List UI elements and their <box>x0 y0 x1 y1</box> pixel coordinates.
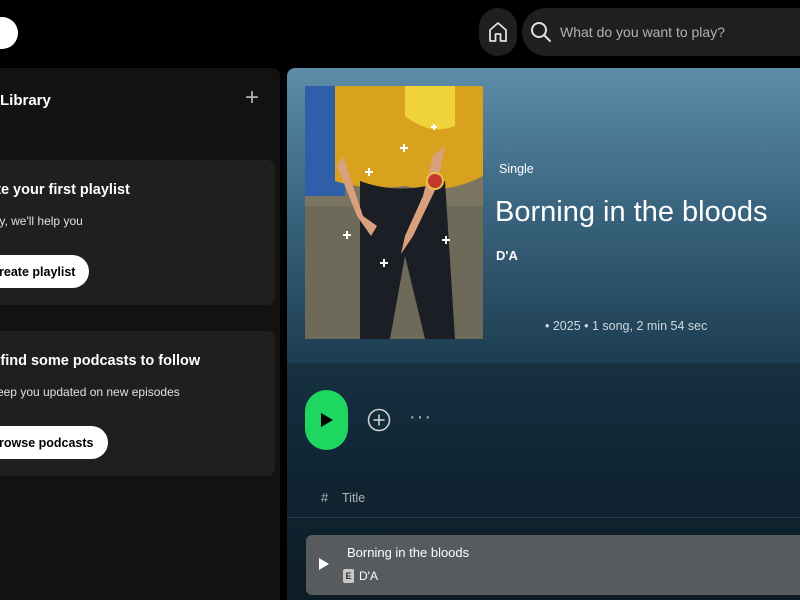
sidebar-library: r Library + eate your first playlist eas… <box>0 68 280 600</box>
plus-circle-icon <box>367 408 391 432</box>
explicit-badge: E <box>343 569 354 583</box>
table-row[interactable]: Borning in the bloods E D'A <box>306 535 800 595</box>
create-playlist-card: eate your first playlist easy, we'll hel… <box>0 160 275 305</box>
album-info: • 2025 • 1 song, 2 min 54 sec <box>545 319 708 333</box>
home-button[interactable] <box>479 8 517 56</box>
home-icon <box>489 22 507 42</box>
create-playlist-button[interactable]: Create playlist <box>0 255 90 288</box>
add-to-library-button[interactable] <box>367 406 391 434</box>
column-title[interactable]: Title <box>342 491 365 505</box>
play-icon <box>320 413 333 427</box>
track-title[interactable]: Borning in the bloods <box>347 545 469 560</box>
tracklist-header: # Title <box>287 486 800 518</box>
spotify-logo-icon[interactable] <box>0 17 18 49</box>
play-icon[interactable] <box>318 556 330 572</box>
cover-art-illustration <box>305 86 483 339</box>
search-icon <box>531 22 551 42</box>
album-title: Borning in the bloods <box>495 196 768 228</box>
card-title: eate your first playlist <box>0 182 130 198</box>
album-cover-art[interactable] <box>305 86 483 339</box>
library-title[interactable]: r Library <box>0 92 51 109</box>
album-artist-link[interactable]: D'A <box>496 248 518 263</box>
card-title: t's find some podcasts to follow <box>0 353 201 369</box>
album-view: Single Borning in the bloods D'A • 2025 … <box>287 68 800 600</box>
play-button[interactable] <box>305 390 348 450</box>
browse-podcasts-card: t's find some podcasts to follow 'll kee… <box>0 331 275 476</box>
column-number: # <box>321 490 329 505</box>
card-subtitle: easy, we'll help you <box>0 214 83 228</box>
browse-podcasts-button[interactable]: Browse podcasts <box>0 426 108 459</box>
more-options-icon[interactable]: ··· <box>409 406 432 429</box>
add-plus-icon[interactable]: + <box>245 86 259 110</box>
card-subtitle: 'll keep you updated on new episodes <box>0 385 180 399</box>
top-bar <box>0 0 800 66</box>
search-bar[interactable] <box>522 8 800 56</box>
release-type: Single <box>499 162 534 176</box>
track-artist-link[interactable]: D'A <box>359 569 378 583</box>
search-input[interactable] <box>560 24 790 40</box>
